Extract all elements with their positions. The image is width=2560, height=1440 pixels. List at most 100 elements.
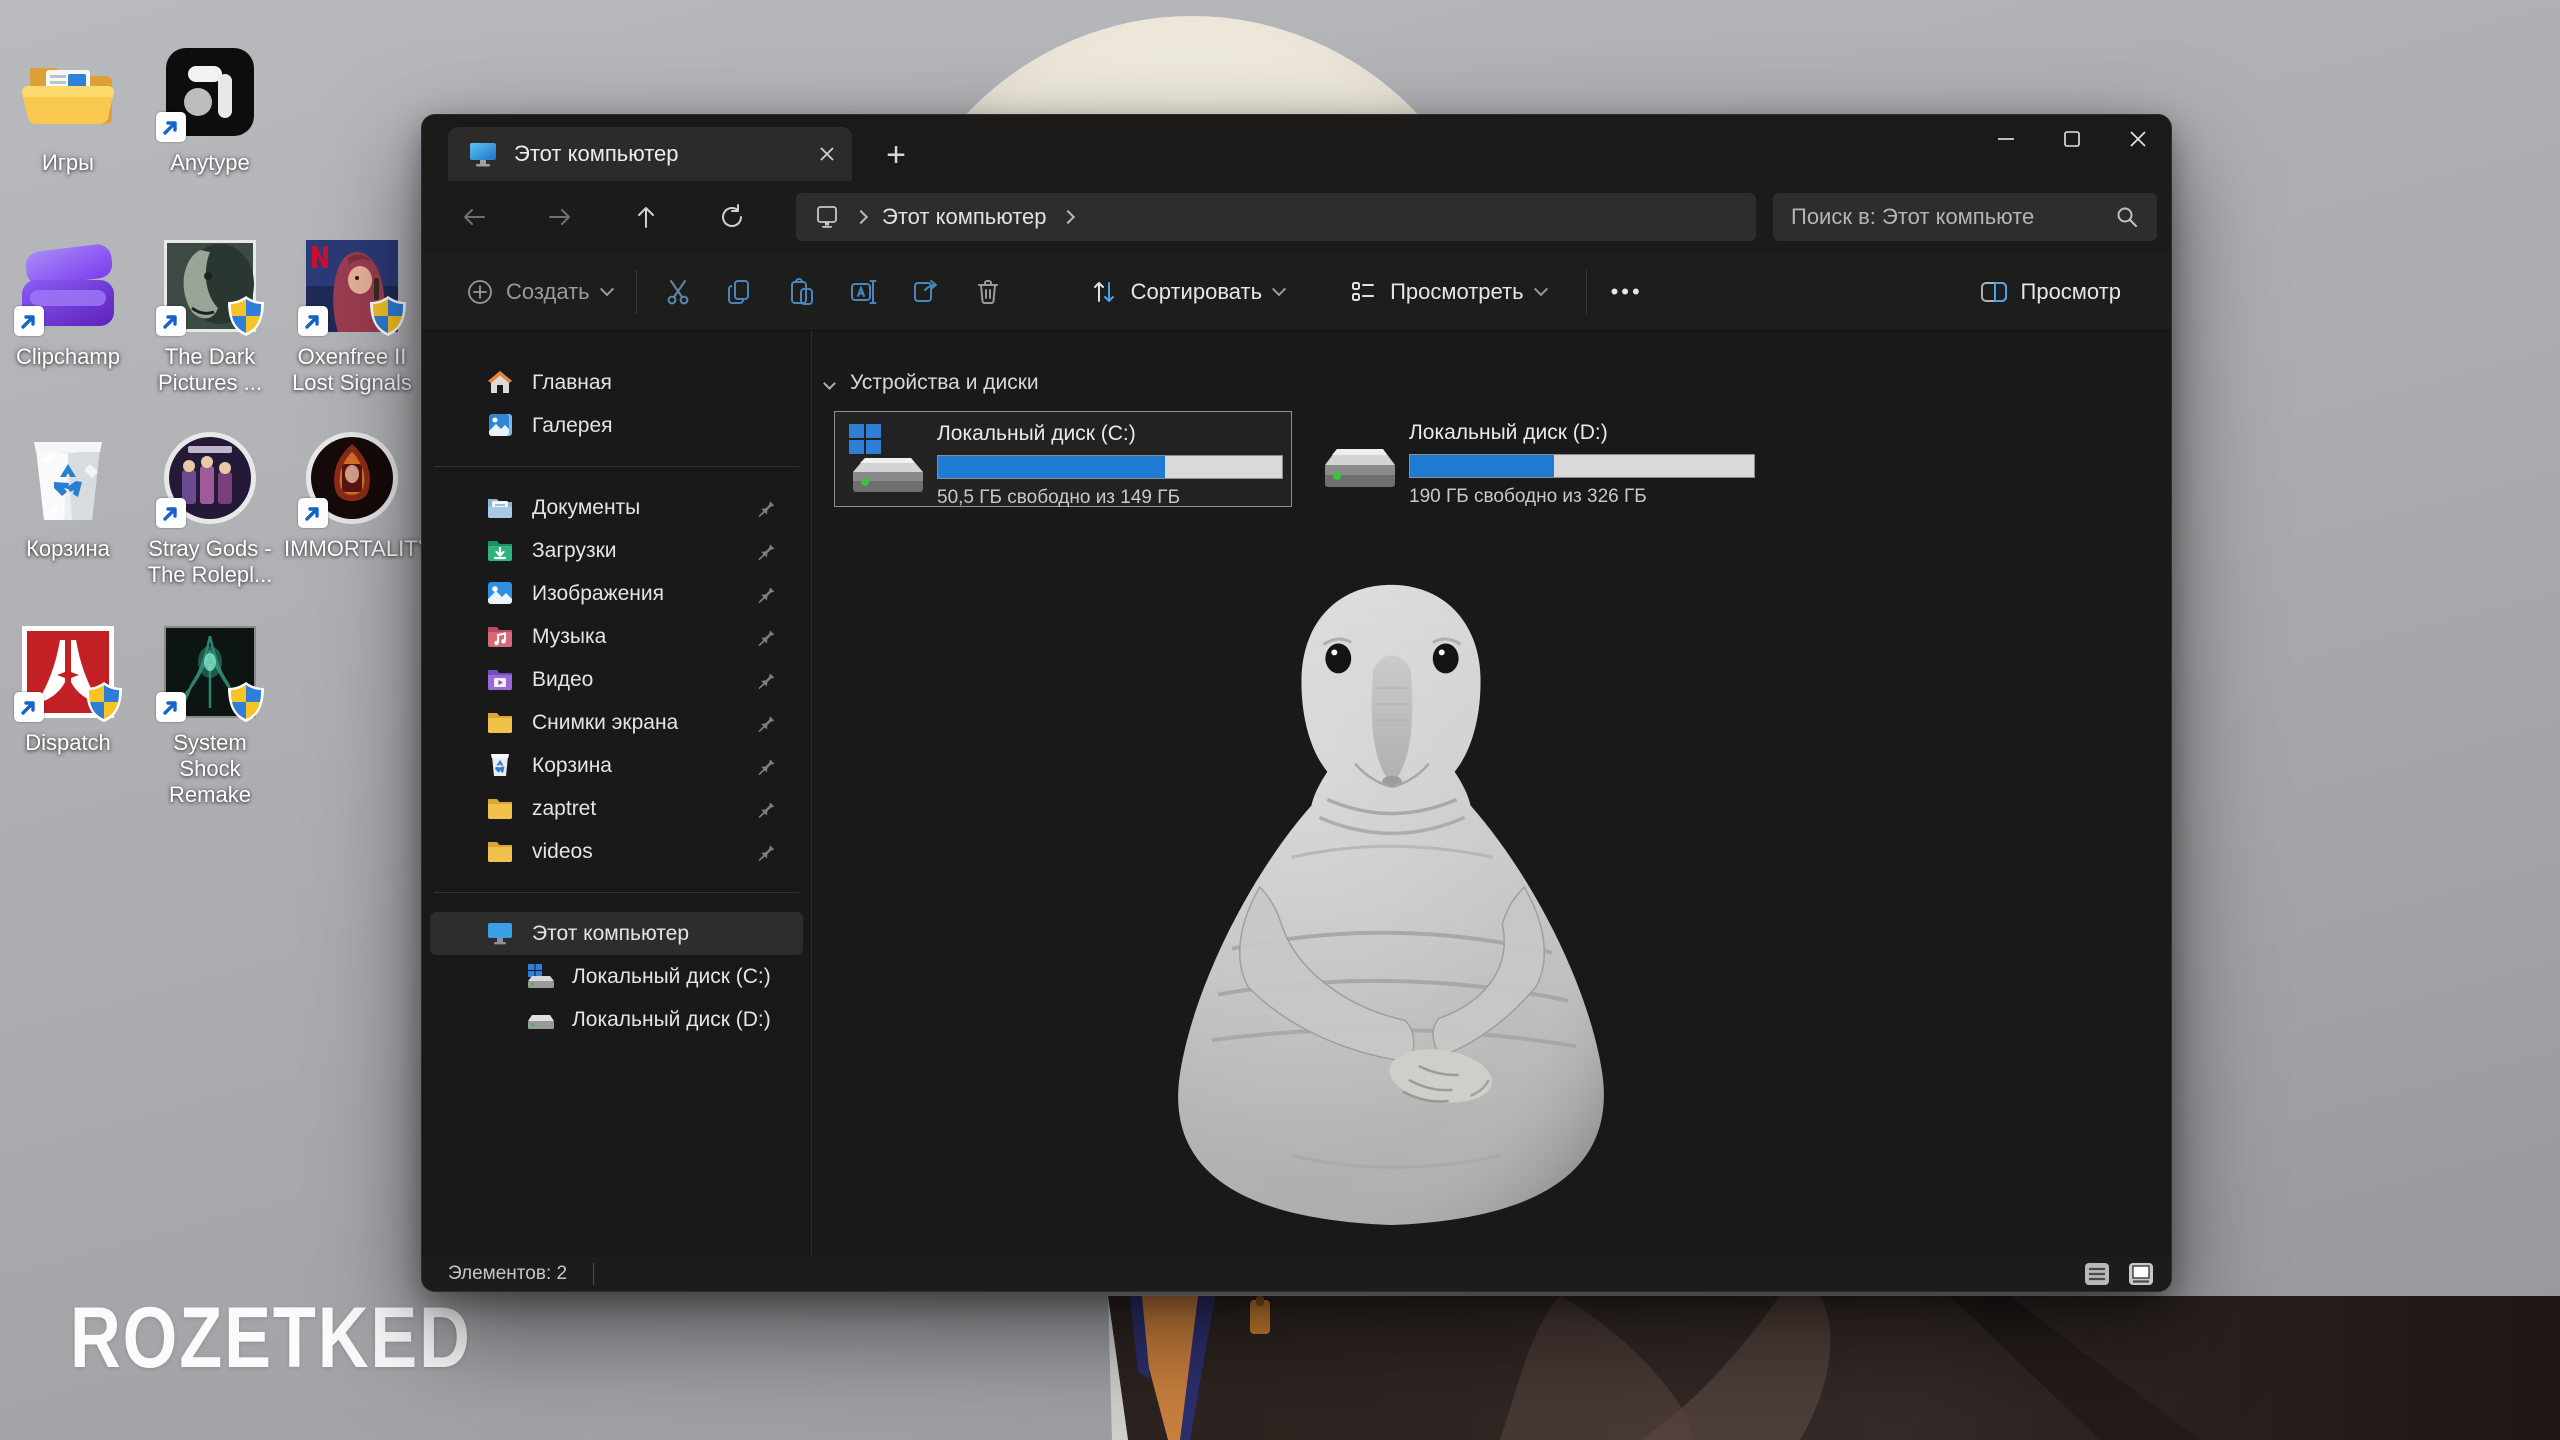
videos-folder-icon <box>486 665 516 695</box>
sidebar-item-home[interactable]: Главная <box>430 361 803 404</box>
view-icon <box>1348 277 1378 307</box>
desktop-icon-stray-gods[interactable]: Stray Gods - The Rolepl... <box>142 430 278 588</box>
shortcut-arrow-icon <box>156 498 186 528</box>
chevron-down-icon <box>1272 282 1286 296</box>
desktop-icon-oxenfree[interactable]: Oxenfree II Lost Signals <box>284 238 420 396</box>
paste-button[interactable] <box>771 264 833 320</box>
pin-icon <box>756 626 777 647</box>
new-tab-button[interactable]: + <box>874 133 918 177</box>
share-button[interactable] <box>895 264 957 320</box>
sidebar-item-gallery[interactable]: Галерея <box>430 404 803 447</box>
desktop-icon-label: Корзина <box>0 536 136 562</box>
breadcrumb-location[interactable]: Этот компьютер <box>882 204 1047 230</box>
sidebar-item-pictures[interactable]: Изображения <box>430 572 803 615</box>
minimize-button[interactable] <box>1973 115 2039 163</box>
drive-c-icon <box>845 420 933 500</box>
desktop-icon-clipchamp[interactable]: Clipchamp <box>0 238 136 370</box>
up-button[interactable] <box>618 193 674 241</box>
address-bar[interactable]: Этот компьютер <box>796 193 1756 241</box>
downloads-folder-icon <box>486 536 516 566</box>
forward-button[interactable] <box>532 193 588 241</box>
desktop-icon-games-folder[interactable]: Игры <box>0 44 136 176</box>
drive-tile-d[interactable]: Локальный диск (D:) 190 ГБ свободно из 3… <box>1307 411 1765 507</box>
copy-button[interactable] <box>709 264 771 320</box>
sidebar-item-label: Музыка <box>532 625 606 649</box>
more-options-label: ••• <box>1611 279 1643 305</box>
items-count: Элементов: 2 <box>448 1263 567 1285</box>
sort-button[interactable]: Сортировать <box>1075 264 1298 320</box>
drive-name: Локальный диск (D:) <box>1409 421 1755 445</box>
sidebar-item-documents[interactable]: Документы <box>430 486 803 529</box>
sidebar-item-videos[interactable]: Видео <box>430 658 803 701</box>
desktop-icon-label: The Dark Pictures ... <box>142 344 278 396</box>
drive-usage-bar <box>1409 454 1755 478</box>
drive-free-space: 50,5 ГБ свободно из 149 ГБ <box>937 487 1283 509</box>
close-button[interactable] <box>2105 115 2171 163</box>
sidebar-item-videos-folder[interactable]: videos <box>430 830 803 873</box>
sidebar-item-label: Корзина <box>532 754 612 778</box>
search-input[interactable]: Поиск в: Этот компьюте <box>1773 193 2157 241</box>
refresh-button[interactable] <box>704 193 760 241</box>
music-folder-icon <box>486 622 516 652</box>
view-button[interactable]: Просмотреть <box>1334 264 1560 320</box>
status-bar: Элементов: 2 <box>422 1257 2171 1291</box>
pin-icon <box>756 798 777 819</box>
drive-usage-bar <box>937 455 1283 479</box>
shortcut-arrow-icon <box>298 498 328 528</box>
drive-usage-fill <box>1410 455 1554 477</box>
sidebar-item-disk-c[interactable]: Локальный диск (C:) <box>430 955 803 998</box>
new-button[interactable]: Создать <box>452 264 626 320</box>
desktop-icon-dark-pictures[interactable]: The Dark Pictures ... <box>142 238 278 396</box>
desktop-icon-system-shock[interactable]: System Shock Remake <box>142 624 278 808</box>
tab-bar: Этот компьютер + <box>422 115 2171 181</box>
preview-button[interactable]: Просмотр <box>1965 264 2135 320</box>
pin-icon <box>756 755 777 776</box>
more-options-button[interactable]: ••• <box>1597 264 1657 320</box>
sidebar-item-this-pc[interactable]: Этот компьютер <box>430 912 803 955</box>
chevron-down-icon <box>600 282 614 296</box>
maximize-button[interactable] <box>2039 115 2105 163</box>
drive-free-space: 190 ГБ свободно из 326 ГБ <box>1409 486 1755 508</box>
desktop-icon-immortality[interactable]: IMMORTALITY <box>284 430 420 562</box>
shortcut-arrow-icon <box>14 306 44 336</box>
sidebar-item-label: Загрузки <box>532 539 617 563</box>
back-button[interactable] <box>446 193 502 241</box>
folder-icon <box>486 794 516 824</box>
cut-button[interactable] <box>647 264 709 320</box>
command-bar: Создать <box>422 253 2171 331</box>
pin-icon <box>756 497 777 518</box>
details-view-button[interactable] <box>2081 1260 2113 1288</box>
sidebar-item-zaptret[interactable]: zaptret <box>430 787 803 830</box>
desktop-icon-label: Dispatch <box>0 730 136 756</box>
search-icon[interactable] <box>2115 205 2139 229</box>
computer-icon <box>814 204 840 230</box>
file-list-pane: Устройства и диски <box>813 331 2171 1257</box>
desktop-icon-recycle-bin[interactable]: Корзина <box>0 430 136 562</box>
pin-icon <box>756 583 777 604</box>
tab-this-pc[interactable]: Этот компьютер <box>448 127 852 181</box>
tab-title: Этот компьютер <box>514 141 818 167</box>
sidebar-item-screenshots[interactable]: Снимки экрана <box>430 701 803 744</box>
large-icons-view-button[interactable] <box>2125 1260 2157 1288</box>
navigation-pane: Главная Галерея Документы <box>422 331 812 1257</box>
sidebar-item-recycle-bin[interactable]: Корзина <box>430 744 803 787</box>
address-row: Этот компьютер Поиск в: Этот компьюте <box>422 181 2171 253</box>
shortcut-arrow-icon <box>156 692 186 722</box>
pin-icon <box>756 540 777 561</box>
drive-icon <box>1317 419 1405 499</box>
this-pc-icon <box>486 919 516 949</box>
preview-pane-icon <box>1979 277 2009 307</box>
drive-tile-c[interactable]: Локальный диск (C:) 50,5 ГБ свободно из … <box>834 411 1292 507</box>
desktop-icon-dispatch[interactable]: Dispatch <box>0 624 136 756</box>
section-header-devices[interactable]: Устройства и диски <box>825 371 1039 395</box>
sidebar-item-music[interactable]: Музыка <box>430 615 803 658</box>
recycle-bin-icon <box>20 430 116 526</box>
sidebar-item-label: zaptret <box>532 797 596 821</box>
tab-close-icon[interactable] <box>818 145 836 163</box>
delete-button[interactable] <box>957 264 1019 320</box>
desktop-icon-anytype[interactable]: Anytype <box>142 44 278 176</box>
desktop-icon-label: Игры <box>0 150 136 176</box>
sidebar-item-disk-d[interactable]: Локальный диск (D:) <box>430 998 803 1041</box>
sidebar-item-downloads[interactable]: Загрузки <box>430 529 803 572</box>
rename-button[interactable] <box>833 264 895 320</box>
